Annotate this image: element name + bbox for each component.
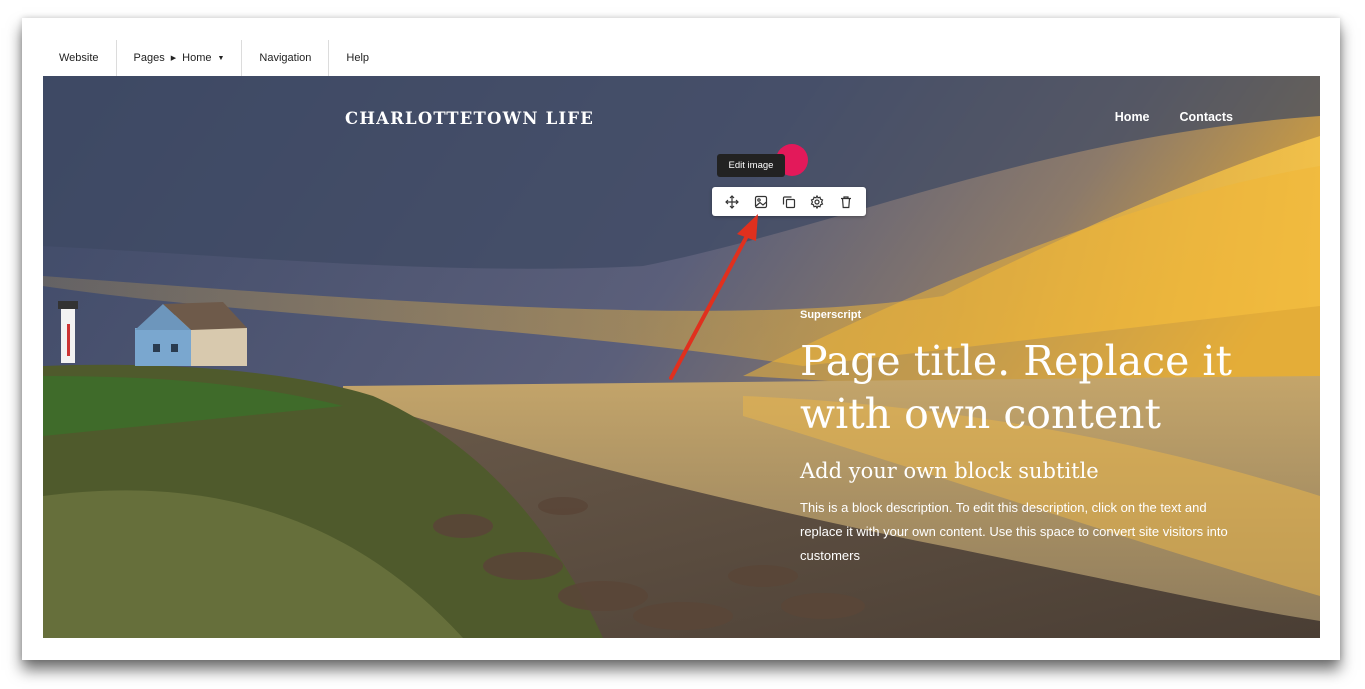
nav-item-home[interactable]: Home	[1115, 110, 1150, 124]
hero-superscript[interactable]: Superscript	[800, 309, 1260, 321]
menu-navigation[interactable]: Navigation	[242, 40, 330, 76]
duplicate-icon[interactable]	[778, 191, 800, 213]
hero-block[interactable]: CHARLOTTETOWN LIFE Home Contacts Edit im…	[43, 76, 1320, 638]
settings-icon[interactable]	[806, 191, 828, 213]
hero-content: Superscript Page title. Replace it with …	[800, 309, 1260, 568]
editor-frame: Website Pages ▶ Home ▼ Navigation Help C…	[22, 18, 1340, 660]
menu-pages[interactable]: Pages ▶ Home ▼	[117, 40, 243, 76]
caret-down-icon: ▼	[217, 54, 225, 62]
editor-top-bar: Website Pages ▶ Home ▼ Navigation Help	[22, 18, 1340, 76]
current-page-label: Home	[182, 52, 212, 64]
edit-image-tooltip: Edit image	[717, 154, 785, 177]
menu-website[interactable]: Website	[42, 40, 117, 76]
caret-right-icon: ▶	[170, 55, 177, 62]
move-icon[interactable]	[721, 191, 743, 213]
editor-menu: Website Pages ▶ Home ▼ Navigation Help	[42, 40, 386, 76]
block-subtitle[interactable]: Add your own block subtitle	[800, 459, 1260, 483]
trash-icon[interactable]	[835, 191, 857, 213]
menu-help[interactable]: Help	[329, 40, 386, 76]
block-description[interactable]: This is a block description. To edit thi…	[800, 496, 1240, 568]
image-icon[interactable]	[750, 191, 772, 213]
site-nav: Home Contacts	[1115, 110, 1233, 124]
nav-item-contacts[interactable]: Contacts	[1180, 110, 1233, 124]
block-toolbar	[712, 187, 866, 216]
page-title[interactable]: Page title. Replace it with own content	[800, 335, 1260, 441]
site-brand[interactable]: CHARLOTTETOWN LIFE	[345, 109, 594, 128]
